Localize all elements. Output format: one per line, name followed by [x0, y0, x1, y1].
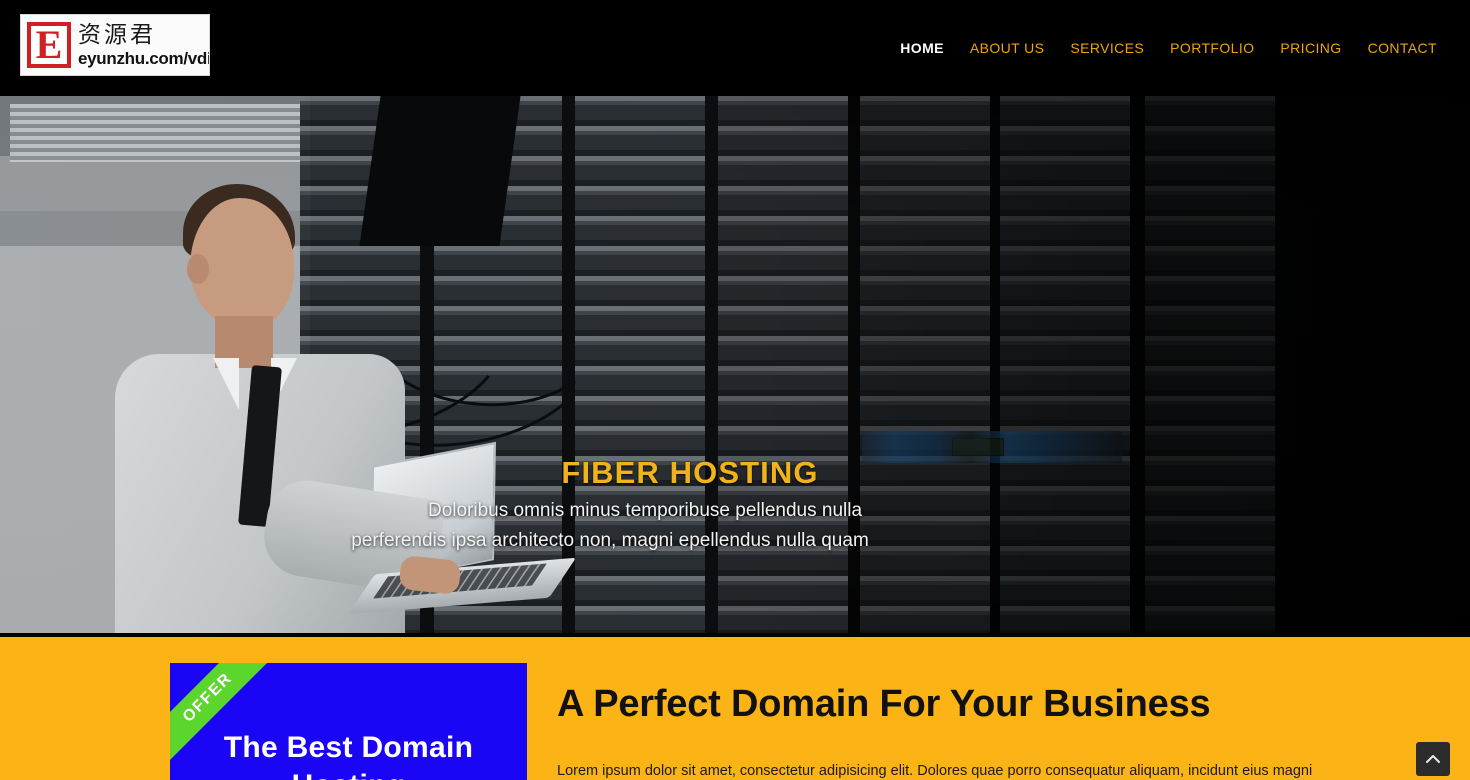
nav-item-portfolio[interactable]: PORTFOLIO: [1157, 0, 1267, 96]
hero-subtitle-line-2: perferendis ipsa architecto non, magni e…: [351, 530, 869, 551]
watermark-url-label: eyunzhu.com/vdisk: [78, 48, 209, 68]
nav-item-home[interactable]: HOME: [887, 0, 957, 96]
watermark-chinese-label: 资源君: [78, 21, 156, 48]
chevron-up-icon: [1426, 755, 1440, 763]
offer-promo-card[interactable]: OFFER The Best Domain Hosting: [170, 663, 527, 780]
nav-item-about-us[interactable]: ABOUT US: [957, 0, 1058, 96]
watermark-overlay: E 资源君 eyunzhu.com/vdisk: [20, 14, 210, 76]
site-header: Fiber E 资源君 eyunzhu.com/vdisk HOME ABOUT…: [0, 0, 1470, 96]
nav-item-pricing[interactable]: PRICING: [1267, 0, 1354, 96]
main-navigation: HOME ABOUT US SERVICES PORTFOLIO PRICING…: [887, 0, 1450, 96]
watermark-text: 资源君 eyunzhu.com/vdisk: [78, 21, 209, 68]
offer-paragraph: Lorem ipsum dolor sit amet, consectetur …: [557, 763, 1313, 779]
hero-title: FIBER HOSTING: [561, 455, 819, 490]
offer-card-title: The Best Domain Hosting: [223, 731, 474, 780]
hero-content: FIBER HOSTING Doloribus omnis minus temp…: [0, 96, 1470, 633]
nav-item-services[interactable]: SERVICES: [1057, 0, 1157, 96]
page-root: Fiber E 资源君 eyunzhu.com/vdisk HOME ABOUT…: [0, 0, 1470, 780]
nav-item-contact[interactable]: CONTACT: [1355, 0, 1450, 96]
domain-offer-section: OFFER The Best Domain Hosting A Perfect …: [0, 637, 1470, 780]
scroll-to-top-button[interactable]: [1416, 742, 1450, 776]
watermark-logo-icon: E: [27, 22, 71, 68]
offer-heading: A Perfect Domain For Your Business: [557, 683, 1211, 725]
hero-subtitle-line-1: Doloribus omnis minus temporibuse pellen…: [427, 500, 863, 521]
hero-banner: FIBER HOSTING Doloribus omnis minus temp…: [0, 96, 1470, 633]
